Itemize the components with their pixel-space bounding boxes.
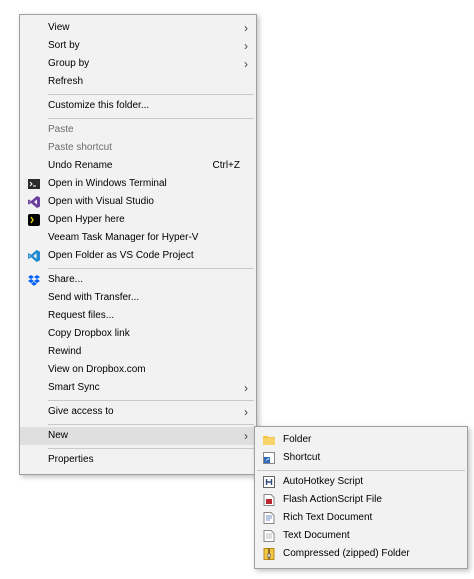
menu-item-label: Request files...	[48, 310, 115, 321]
menu-item-label: Open in Windows Terminal	[48, 178, 167, 189]
menu-item-label: New	[48, 430, 69, 441]
menu-item-paste: Paste	[20, 121, 256, 139]
keyboard-shortcut: Ctrl+Z	[212, 160, 241, 171]
menu-item-open-visual-studio[interactable]: Open with Visual Studio	[20, 193, 256, 211]
rtf-icon	[263, 512, 275, 524]
menu-item-label: AutoHotkey Script	[283, 476, 364, 487]
menu-item-label: Copy Dropbox link	[48, 328, 130, 339]
submenu-item-autohotkey[interactable]: AutoHotkey Script	[255, 473, 467, 491]
menu-item-label: Flash ActionScript File	[283, 494, 382, 505]
menu-item-sort-by[interactable]: Sort by ›	[20, 37, 256, 55]
menu-separator	[48, 118, 254, 119]
menu-item-label: View	[48, 22, 70, 33]
menu-item-share[interactable]: Share...	[20, 271, 256, 289]
menu-item-label: Text Document	[283, 530, 350, 541]
terminal-icon	[28, 179, 40, 189]
chevron-right-icon: ›	[244, 381, 248, 395]
shortcut-icon	[263, 452, 275, 464]
submenu-item-rich-text[interactable]: Rich Text Document	[255, 509, 467, 527]
dropbox-icon	[28, 275, 40, 286]
menu-item-label: Paste	[48, 124, 74, 135]
menu-item-paste-shortcut: Paste shortcut	[20, 139, 256, 157]
menu-item-refresh[interactable]: Refresh	[20, 73, 256, 91]
submenu-item-compressed-folder[interactable]: Compressed (zipped) Folder	[255, 545, 467, 563]
menu-item-label: Folder	[283, 434, 312, 445]
visual-studio-icon	[28, 196, 40, 208]
menu-item-label: Give access to	[48, 406, 114, 417]
menu-item-label: Open Hyper here	[48, 214, 125, 225]
menu-item-label: Veeam Task Manager for Hyper-V	[48, 232, 199, 243]
menu-item-label: Send with Transfer...	[48, 292, 140, 303]
menu-item-group-by[interactable]: Group by ›	[20, 55, 256, 73]
menu-separator	[48, 400, 254, 401]
menu-item-request-files[interactable]: Request files...	[20, 307, 256, 325]
menu-item-view-dropbox[interactable]: View on Dropbox.com	[20, 361, 256, 379]
menu-item-label: Properties	[48, 454, 94, 465]
menu-separator	[48, 448, 254, 449]
menu-separator	[48, 424, 254, 425]
menu-item-label: Shortcut	[283, 452, 321, 463]
menu-separator	[257, 470, 465, 471]
chevron-right-icon: ›	[244, 405, 248, 419]
menu-item-label: Sort by	[48, 40, 80, 51]
flash-icon	[263, 494, 275, 506]
chevron-right-icon: ›	[244, 57, 248, 71]
menu-separator	[48, 268, 254, 269]
menu-item-rewind[interactable]: Rewind	[20, 343, 256, 361]
context-menu: View › Sort by › Group by › Refresh Cust…	[19, 14, 257, 475]
menu-item-new[interactable]: New ›	[20, 427, 256, 445]
submenu-item-shortcut[interactable]: Shortcut	[255, 449, 467, 467]
menu-item-label: Refresh	[48, 76, 84, 87]
hyper-icon	[28, 214, 40, 226]
menu-item-send-transfer[interactable]: Send with Transfer...	[20, 289, 256, 307]
menu-item-smart-sync[interactable]: Smart Sync ›	[20, 379, 256, 397]
menu-item-copy-dropbox-link[interactable]: Copy Dropbox link	[20, 325, 256, 343]
menu-item-label: Rewind	[48, 346, 82, 357]
submenu-item-text-document[interactable]: Text Document	[255, 527, 467, 545]
menu-item-label: Open with Visual Studio	[48, 196, 154, 207]
menu-item-label: Compressed (zipped) Folder	[283, 548, 410, 559]
menu-item-label: View on Dropbox.com	[48, 364, 146, 375]
menu-item-properties[interactable]: Properties	[20, 451, 256, 469]
menu-item-open-terminal[interactable]: Open in Windows Terminal	[20, 175, 256, 193]
chevron-right-icon: ›	[244, 39, 248, 53]
menu-item-label: Customize this folder...	[48, 100, 150, 111]
text-document-icon	[263, 530, 275, 542]
menu-separator	[48, 94, 254, 95]
menu-item-open-vscode[interactable]: Open Folder as VS Code Project	[20, 247, 256, 265]
autohotkey-icon	[263, 476, 275, 488]
new-submenu: Folder Shortcut AutoHotkey Script Flash …	[254, 426, 468, 569]
menu-item-label: Group by	[48, 58, 90, 69]
folder-icon	[263, 436, 275, 445]
menu-item-open-hyper[interactable]: Open Hyper here	[20, 211, 256, 229]
menu-item-view[interactable]: View ›	[20, 19, 256, 37]
menu-item-undo-rename[interactable]: Undo Rename Ctrl+Z	[20, 157, 256, 175]
chevron-right-icon: ›	[244, 429, 248, 443]
vscode-icon	[28, 250, 40, 262]
menu-item-label: Paste shortcut	[48, 142, 112, 153]
submenu-item-flash-actionscript[interactable]: Flash ActionScript File	[255, 491, 467, 509]
chevron-right-icon: ›	[244, 21, 248, 35]
submenu-item-folder[interactable]: Folder	[255, 431, 467, 449]
menu-item-label: Rich Text Document	[283, 512, 373, 523]
menu-item-veeam[interactable]: Veeam Task Manager for Hyper-V	[20, 229, 256, 247]
menu-item-label: Share...	[48, 274, 84, 285]
menu-item-label: Smart Sync	[48, 382, 100, 393]
menu-item-label: Undo Rename	[48, 160, 113, 171]
menu-item-label: Open Folder as VS Code Project	[48, 250, 194, 261]
menu-item-give-access[interactable]: Give access to ›	[20, 403, 256, 421]
menu-item-customize-folder[interactable]: Customize this folder...	[20, 97, 256, 115]
zip-icon	[263, 548, 275, 560]
